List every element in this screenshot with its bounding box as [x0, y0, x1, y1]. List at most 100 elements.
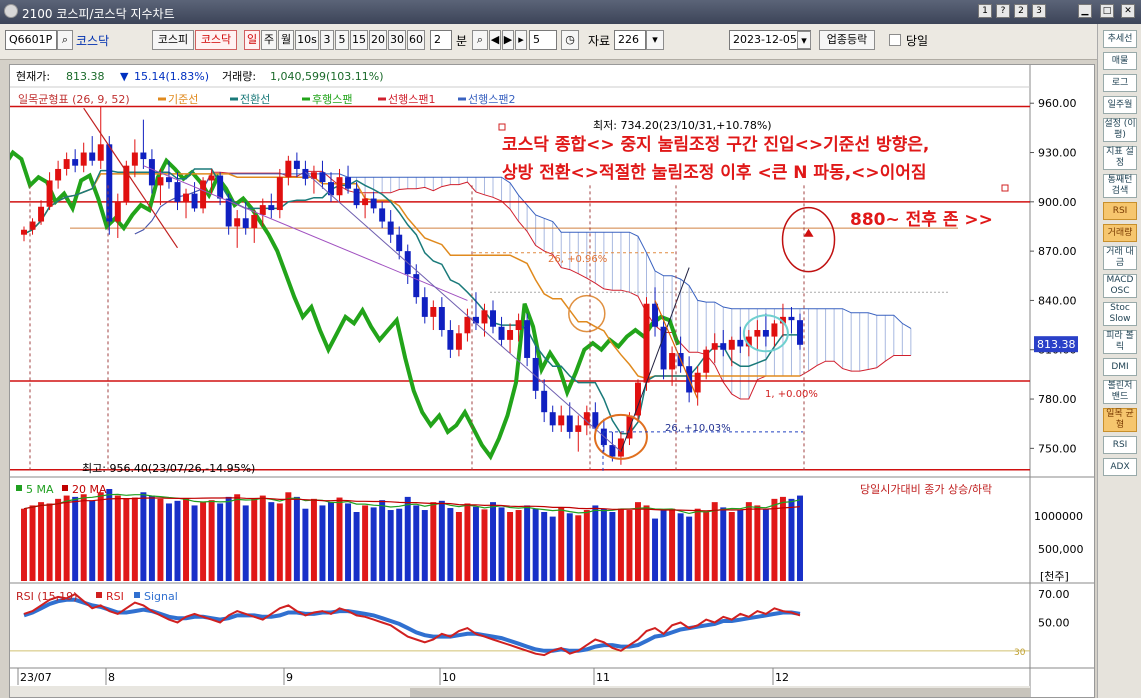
title-bar: 2100 코스피/코스닥 지수차트 1 ? 2 3 ▁ □ ✕: [0, 0, 1141, 24]
rsi-legend: RSI: [106, 590, 124, 603]
kospi-button[interactable]: 코스피: [152, 30, 194, 50]
volume-bar: [131, 497, 138, 581]
volume-bar: [106, 489, 113, 581]
sidebar-item-7[interactable]: RSI: [1103, 202, 1137, 220]
volume-tick-1: 500,000: [1038, 543, 1084, 556]
volume-bar: [38, 502, 45, 581]
period-button-3[interactable]: 10s: [295, 30, 319, 50]
volume-bar: [694, 508, 701, 581]
sidebar-item-9[interactable]: 거래 대금: [1103, 246, 1137, 270]
candle-body: [276, 177, 283, 211]
sidebar-item-6[interactable]: 통째턴 검색: [1103, 174, 1137, 198]
data-count-dropdown-icon[interactable]: ▾: [646, 30, 664, 50]
sidebar-item-3[interactable]: 일주월: [1103, 96, 1137, 114]
period-button-9[interactable]: 60: [407, 30, 425, 50]
volume-bar: [797, 495, 803, 581]
date-label-4: 11: [596, 671, 610, 684]
sidebar-item-14[interactable]: 볼린저 밴드: [1103, 380, 1137, 404]
candle-body: [438, 307, 445, 331]
candle-body: [669, 353, 676, 370]
candle-body: [140, 152, 147, 160]
kosdaq-button[interactable]: 코스닥: [195, 30, 237, 50]
volume-bar: [72, 496, 79, 581]
volume-bar: [771, 498, 778, 581]
date-label-0: 23/07: [20, 671, 52, 684]
next-arrow-icon[interactable]: ▶: [502, 30, 514, 50]
close-button[interactable]: ✕: [1121, 4, 1135, 18]
sector-button[interactable]: 업종등락: [819, 30, 875, 50]
minute-input[interactable]: 2: [430, 30, 452, 50]
volume-bar: [566, 513, 573, 581]
sidebar-item-5[interactable]: 지표 설정: [1103, 146, 1137, 170]
legend-label-4: 선행스팬2: [468, 93, 515, 106]
candle-body: [285, 160, 292, 178]
sidebar-item-11[interactable]: Stoc Slow: [1103, 302, 1137, 326]
chart-svg[interactable]: 현재가: 813.38 ▼ 15.14(1.83%) 거래량: 1,040,599(103…: [10, 65, 1095, 698]
period-button-8[interactable]: 30: [388, 30, 406, 50]
volume-bar: [46, 503, 53, 581]
volume-bar: [251, 498, 258, 581]
period-button-4[interactable]: 3: [320, 30, 334, 50]
volume-bar: [293, 496, 300, 581]
volume-bar: [80, 494, 87, 581]
volume-bar: [788, 498, 795, 581]
rsi-swatch: [96, 592, 102, 598]
ma5-legend: 5 MA: [26, 483, 54, 496]
candle-body: [541, 390, 548, 413]
sidebar-item-8[interactable]: 거래량: [1103, 224, 1137, 242]
sidebar-item-2[interactable]: 로그: [1103, 74, 1137, 92]
candle-body: [387, 221, 394, 235]
step-input[interactable]: 5: [529, 30, 557, 50]
ichimoku-legend-name: 일목균형표 (26, 9, 52): [18, 92, 130, 106]
sidebar-item-4[interactable]: 설정 (이평): [1103, 118, 1137, 142]
sidebar-item-16[interactable]: RSI: [1103, 436, 1137, 454]
search-icon[interactable]: ⌕: [57, 30, 73, 50]
period-button-2[interactable]: 월: [278, 30, 294, 50]
candle-body: [481, 310, 488, 324]
toolbar-option-2-button[interactable]: 2: [1014, 4, 1028, 18]
date-label-2: 9: [286, 671, 293, 684]
clock-icon[interactable]: ◷: [561, 30, 579, 50]
candle-body: [762, 330, 769, 337]
volume-bar: [438, 500, 445, 581]
sidebar-item-10[interactable]: MACD OSC: [1103, 274, 1137, 298]
comment-line-1: 코스닥 종합<> 중지 눌림조정 구간 진입<>기준선 방향은,: [502, 134, 929, 155]
zoom-icon[interactable]: ⌕: [472, 30, 488, 50]
current-price-text: 813.38: [66, 70, 105, 83]
period-button-5[interactable]: 5: [335, 30, 349, 50]
toolbar-option-1-button[interactable]: 1: [978, 4, 992, 18]
candle-body: [191, 193, 198, 209]
minimize-button[interactable]: ▁: [1078, 4, 1092, 18]
volume-bar: [200, 502, 207, 581]
volume-label: 거래량:: [222, 70, 256, 83]
prev-arrow-icon[interactable]: ◀: [489, 30, 501, 50]
volume-bar: [592, 505, 599, 581]
code-input[interactable]: Q6601P: [5, 30, 57, 50]
date-label-3: 10: [442, 671, 456, 684]
toolbar-option-3-button[interactable]: 3: [1032, 4, 1046, 18]
candle-body: [225, 198, 232, 227]
sidebar-item-1[interactable]: 매물: [1103, 52, 1137, 70]
candle-body: [55, 168, 62, 181]
sidebar-item-15[interactable]: 일목 균형: [1103, 408, 1137, 432]
volume-bar: [762, 508, 769, 581]
data-count-input[interactable]: 226: [614, 30, 646, 50]
candle-body: [259, 205, 266, 215]
sidebar-item-0[interactable]: 추세선: [1103, 30, 1137, 48]
volume-title: 당일시가대비 종가 상승/하락: [860, 482, 992, 496]
period-button-1[interactable]: 주: [261, 30, 277, 50]
help-button[interactable]: ?: [996, 4, 1010, 18]
sidebar-item-12[interactable]: 피라 볼릭: [1103, 330, 1137, 354]
period-button-0[interactable]: 일: [244, 30, 260, 50]
sidebar-item-17[interactable]: ADX: [1103, 458, 1137, 476]
today-checkbox[interactable]: [889, 34, 901, 46]
date-dropdown-icon[interactable]: ▾: [797, 31, 811, 49]
toolbar: Q6601P ⌕ 코스닥 코스피 코스닥 일 주 월 10s 3 5 15 20 30 60 2 …: [0, 24, 1097, 60]
maximize-button[interactable]: □: [1100, 4, 1114, 18]
volume-bar: [191, 505, 198, 581]
sidebar-item-13[interactable]: DMI: [1103, 358, 1137, 376]
period-button-6[interactable]: 15: [350, 30, 368, 50]
volume-bar: [711, 502, 718, 581]
period-button-7[interactable]: 20: [369, 30, 387, 50]
play-icon[interactable]: ▸: [515, 30, 527, 50]
